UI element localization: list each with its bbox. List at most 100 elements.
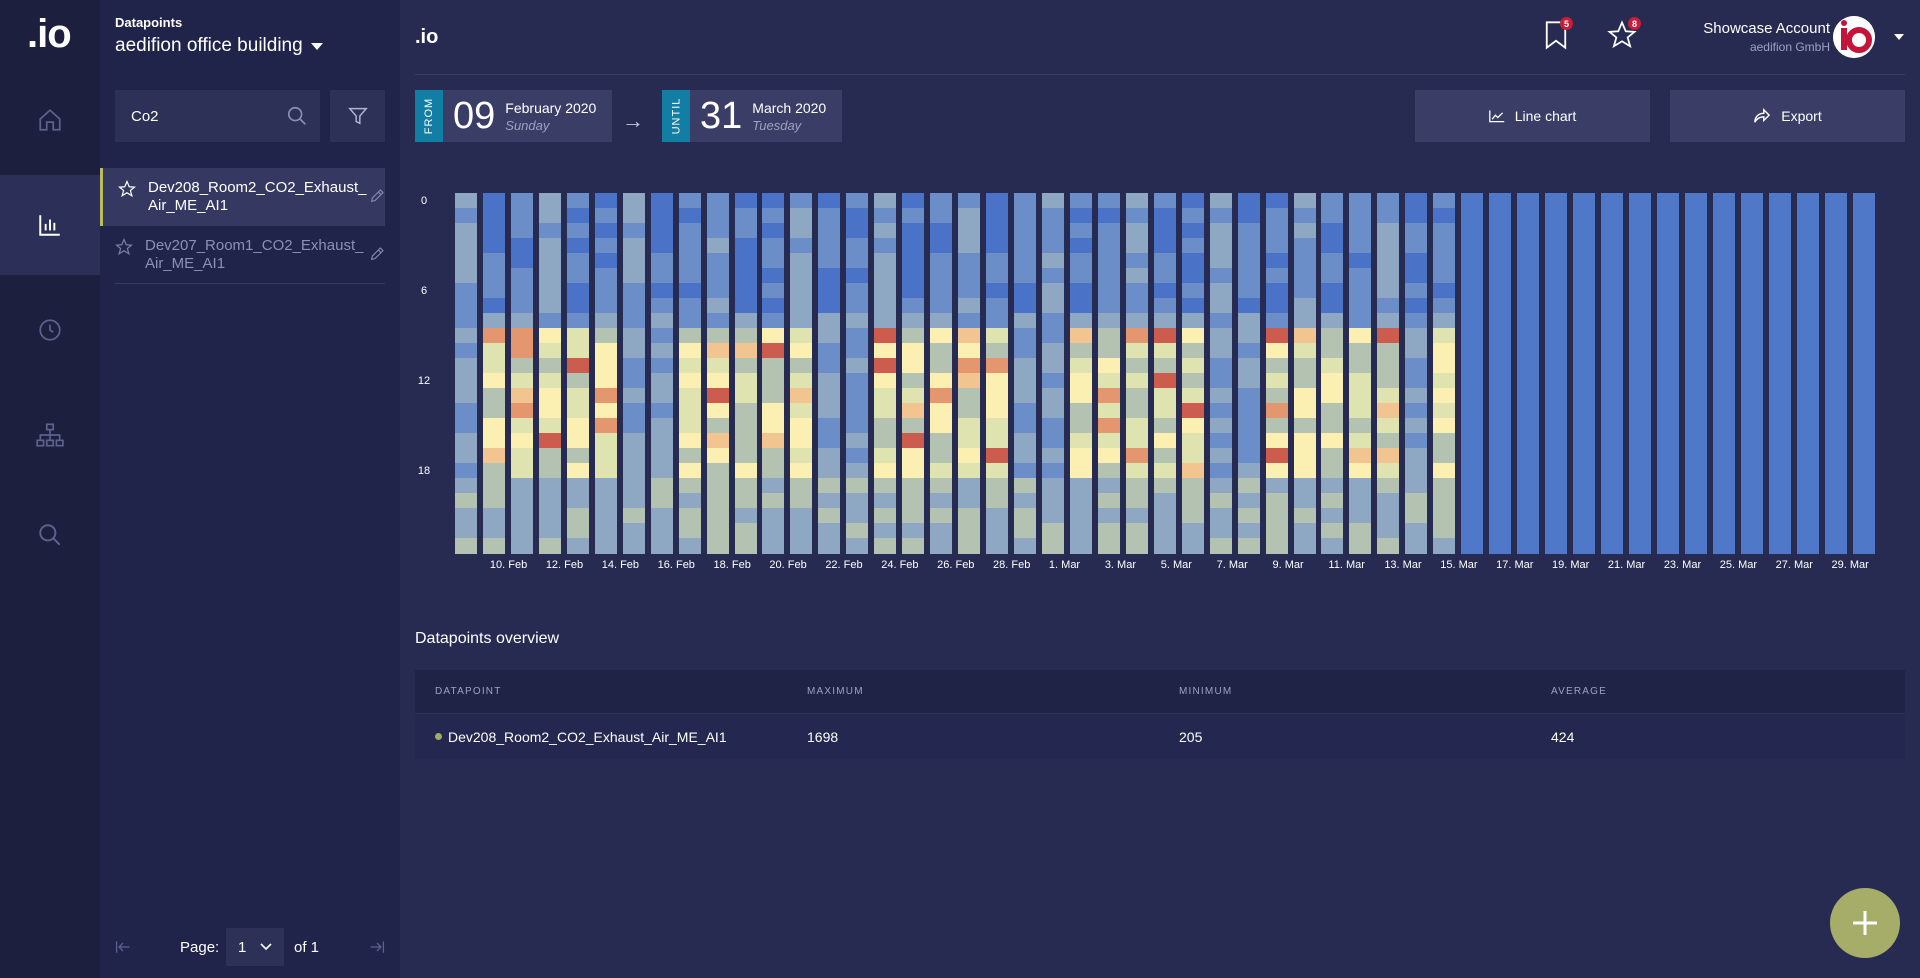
heatmap-cell <box>874 223 897 239</box>
heatmap-cell <box>1209 493 1232 509</box>
heatmap-cell <box>1069 193 1092 209</box>
heatmap-cell <box>1628 313 1651 329</box>
table-header: DATAPOINT MAXIMUM MINIMUM AVERAGE <box>415 670 1905 713</box>
heatmap-cell <box>566 223 589 239</box>
header-divider <box>415 74 1905 75</box>
nav-analytics[interactable] <box>0 175 100 275</box>
heatmap-day-column <box>1209 193 1232 554</box>
row-average: 424 <box>1551 728 1575 745</box>
heatmap-cell <box>930 463 953 479</box>
heatmap-cell <box>818 283 841 299</box>
heatmap-day-column <box>1684 193 1707 554</box>
heatmap-cell <box>510 478 533 494</box>
heatmap-cell <box>958 298 981 314</box>
heatmap-cell <box>790 508 813 524</box>
add-button[interactable] <box>1830 888 1900 958</box>
first-page-icon[interactable] <box>115 940 131 954</box>
heatmap-cell <box>1740 223 1763 239</box>
overview-title: Datapoints overview <box>415 630 560 647</box>
heatmap-cell <box>1517 433 1540 449</box>
export-button[interactable]: Export <box>1670 90 1905 142</box>
table-row[interactable]: Dev208_Room2_CO2_Exhaust_Air_ME_AI1 1698… <box>415 713 1905 759</box>
heatmap-cell <box>1768 313 1791 329</box>
heatmap-cell <box>650 283 673 299</box>
heatmap-cell <box>482 403 505 419</box>
x-tick-label: 10. Feb <box>489 559 528 571</box>
heatmap-cell <box>1573 433 1595 449</box>
date-from[interactable]: FROM 09 February 2020 Sunday <box>415 90 613 142</box>
heatmap-cell <box>1852 463 1875 479</box>
line-chart-button[interactable]: Line chart <box>1415 90 1650 142</box>
heatmap-cell <box>1209 448 1232 464</box>
heatmap-cell <box>1740 418 1763 434</box>
heatmap-cell <box>1628 388 1651 404</box>
search-icon[interactable] <box>286 105 308 127</box>
date-until[interactable]: UNTIL 31 March 2020 Tuesday <box>662 90 843 142</box>
heatmap-cell <box>706 448 729 464</box>
heatmap-cell <box>1656 478 1679 494</box>
y-tick-label: 0 <box>420 195 428 207</box>
heatmap-cell <box>1517 358 1540 374</box>
heatmap-cell <box>510 343 533 359</box>
nav-home[interactable] <box>0 70 100 170</box>
heatmap-cell <box>902 283 925 299</box>
heatmap-cell <box>1517 223 1540 239</box>
nav-history[interactable] <box>0 280 100 380</box>
heatmap-cell <box>1153 343 1176 359</box>
datapoint-item[interactable]: Dev208_Room2_CO2_Exhaust_Air_ME_AI1 <box>100 168 385 226</box>
heatmap-cell <box>566 268 589 284</box>
heatmap-cell <box>1545 523 1568 539</box>
bookmarks-button[interactable]: 5 <box>1543 17 1573 55</box>
heatmap-cell <box>1377 298 1400 314</box>
page-select[interactable]: 1 <box>226 928 284 966</box>
heatmap-cell <box>1265 523 1288 539</box>
heatmap-cell <box>1041 283 1064 299</box>
heatmap-cell <box>1545 538 1568 554</box>
avatar[interactable] <box>1833 16 1875 58</box>
heatmap-cell <box>538 358 561 374</box>
heatmap-cell <box>1656 448 1679 464</box>
star-outline-icon[interactable] <box>118 180 136 198</box>
heatmap-cell <box>846 523 869 539</box>
account-info[interactable]: Showcase Account aedifion GmbH <box>1703 20 1830 54</box>
filter-button[interactable] <box>330 90 385 142</box>
heatmap-cell <box>846 253 869 269</box>
bookmarks-badge: 5 <box>1560 17 1573 30</box>
heatmap-cell <box>1517 283 1540 299</box>
pencil-icon[interactable] <box>369 246 385 262</box>
nav-search[interactable] <box>0 485 100 585</box>
heatmap-cell <box>1517 493 1540 509</box>
heatmap-cell <box>846 313 869 329</box>
heatmap-cell <box>678 373 701 389</box>
nav-hierarchy[interactable] <box>0 385 100 485</box>
account-menu-caret-icon[interactable] <box>1894 34 1904 40</box>
heatmap-cell <box>1712 538 1735 554</box>
datapoint-item[interactable]: Dev207_Room1_CO2_Exhaust_Air_ME_AI1 <box>115 226 385 284</box>
pencil-icon[interactable] <box>369 188 385 204</box>
building-selector[interactable]: aedifion office building <box>115 35 323 57</box>
heatmap-cell <box>1349 523 1372 539</box>
heatmap-day-column <box>538 193 561 554</box>
heatmap-cell <box>538 193 561 209</box>
heatmap-cell <box>1768 283 1791 299</box>
heatmap-cell <box>622 418 645 434</box>
heatmap-cell <box>678 463 701 479</box>
x-tick-label: 5. Mar <box>1160 559 1192 571</box>
heatmap-cell <box>455 433 477 449</box>
heatmap-cell <box>538 463 561 479</box>
heatmap-day-column <box>734 193 757 554</box>
heatmap-cell <box>1796 418 1819 434</box>
last-page-icon[interactable] <box>369 940 385 954</box>
heatmap-cell <box>1181 358 1204 374</box>
star-outline-icon[interactable] <box>115 238 133 256</box>
heatmap-cell <box>1293 268 1316 284</box>
heatmap-cell <box>1237 508 1260 524</box>
heatmap-cell <box>1181 508 1204 524</box>
favorites-button[interactable]: 8 <box>1607 17 1641 55</box>
heatmap-cell <box>986 433 1009 449</box>
search-input[interactable] <box>131 107 271 125</box>
heatmap-cell <box>1181 193 1204 209</box>
heatmap-cell <box>1405 223 1428 239</box>
heatmap-cell <box>1125 283 1148 299</box>
heatmap-cell <box>1265 448 1288 464</box>
